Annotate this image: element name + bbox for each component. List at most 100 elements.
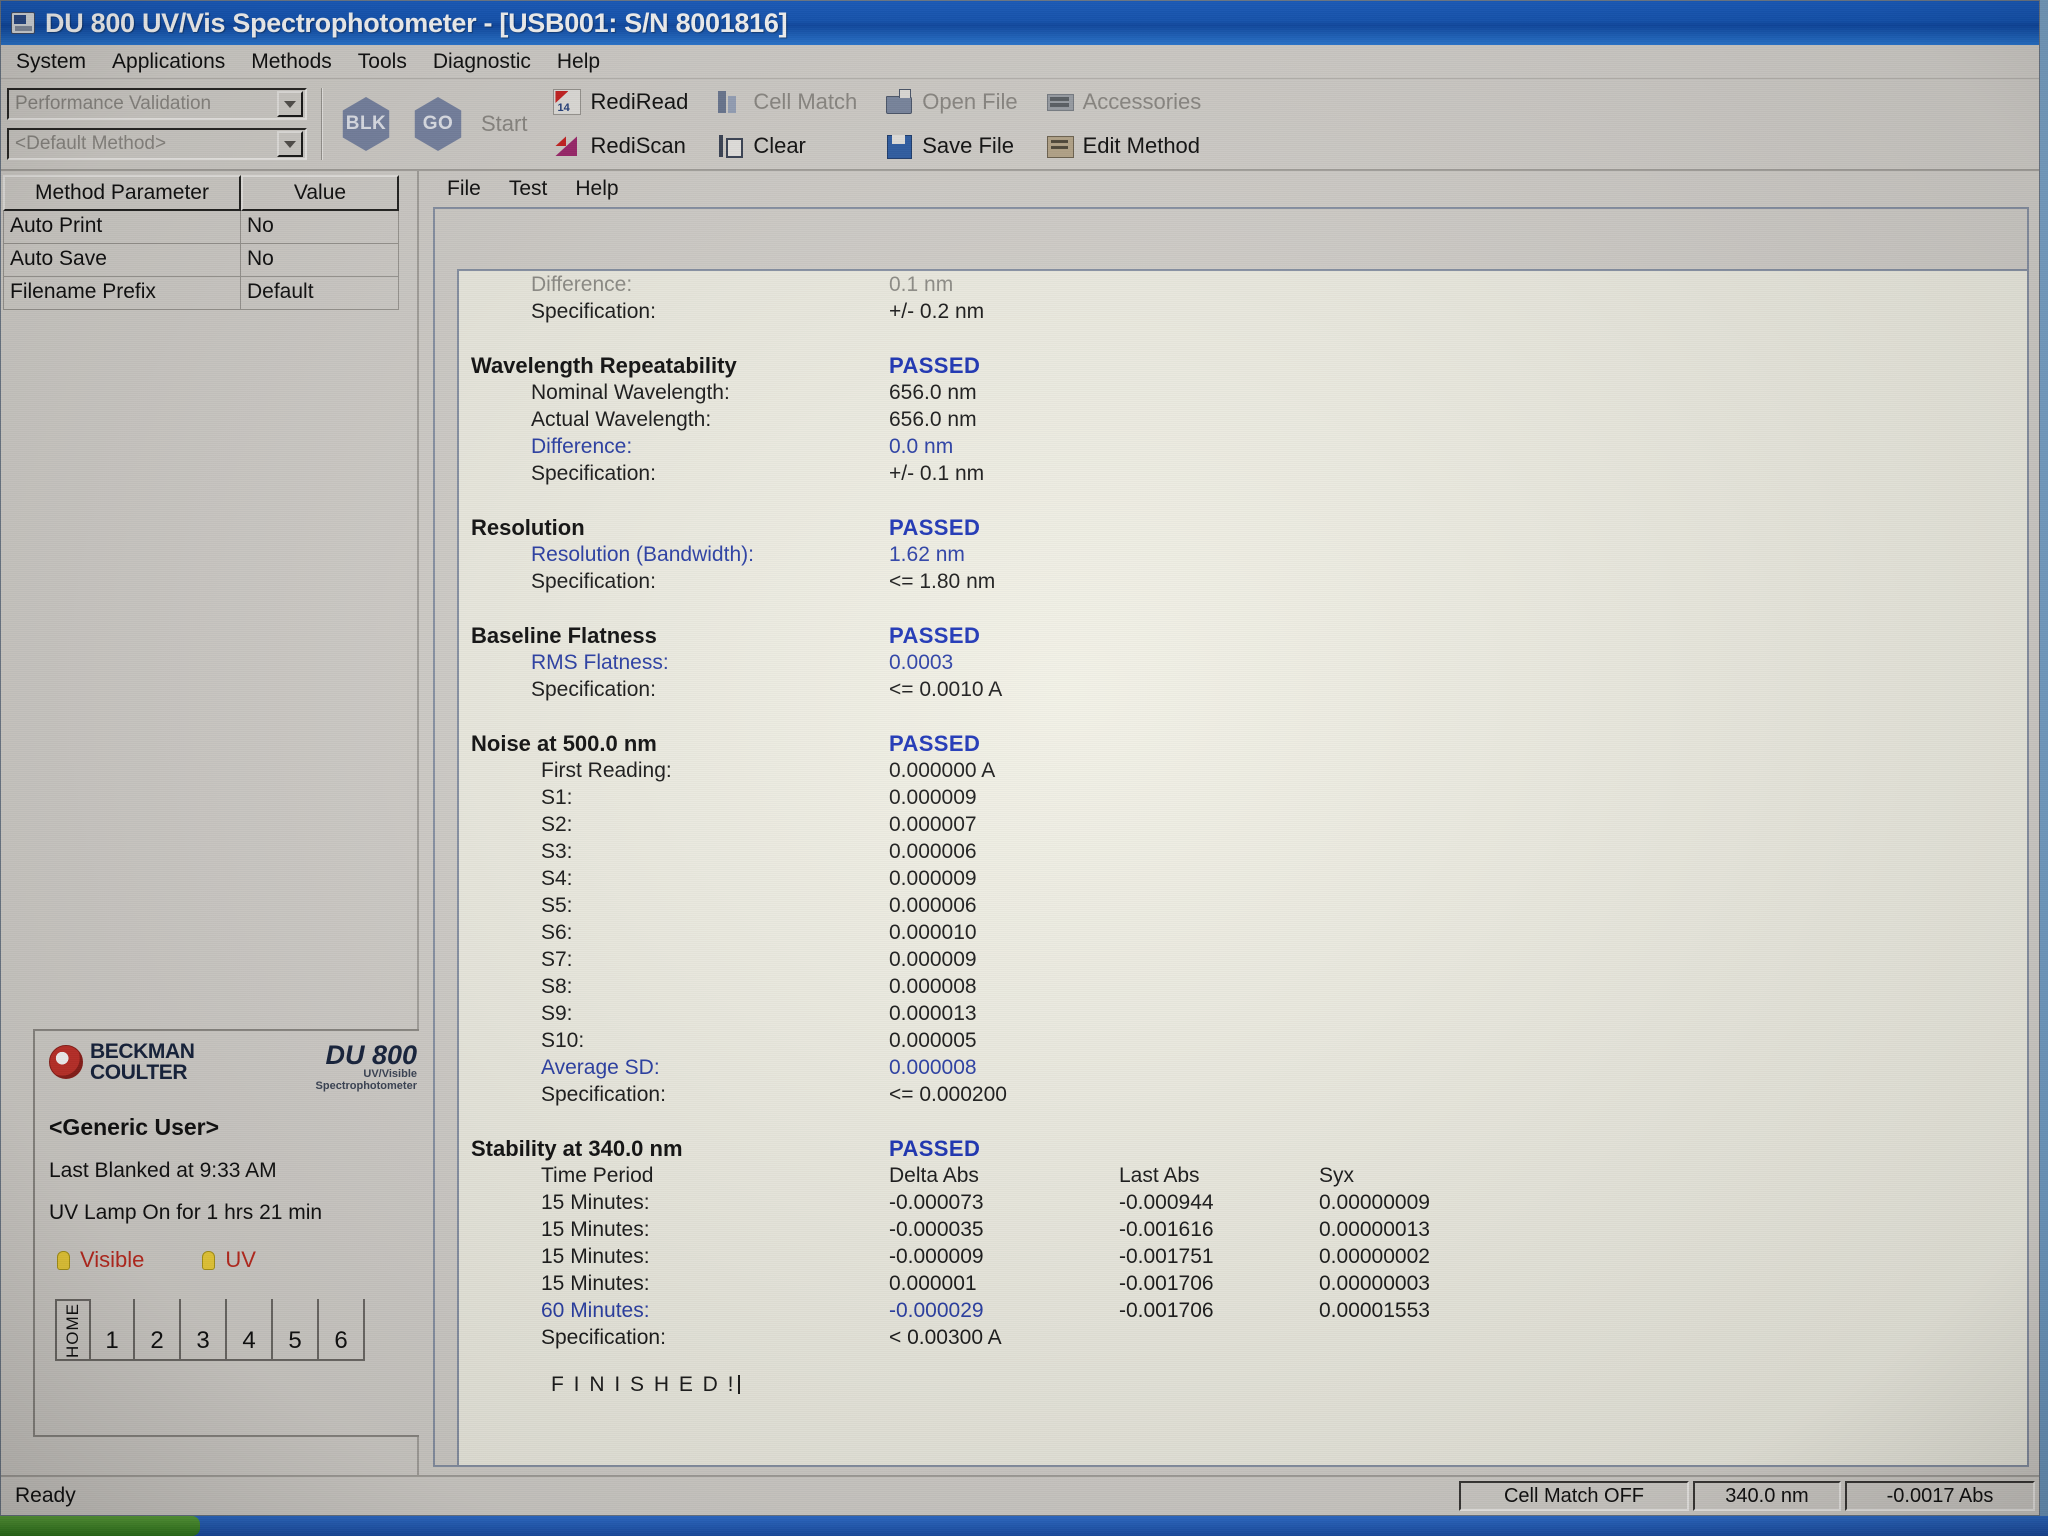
row-value: <= 0.0010 A [889,678,1003,701]
report-menu-help[interactable]: Help [561,175,632,203]
blank-button[interactable]: BLK [337,95,395,153]
cell-parameter: Auto Save [3,244,241,277]
report-row: S9: 0.000013 [459,1000,2027,1027]
menu-item-methods[interactable]: Methods [238,47,345,77]
openfile-icon [885,89,913,115]
cell-position-5[interactable]: 5 [273,1299,319,1362]
cell-last-abs: -0.001706 [1119,1299,1214,1322]
uv-lamp-runtime-text: UV Lamp On for 1 hrs 21 min [49,1201,323,1225]
uv-lamp-label: UV [225,1247,256,1273]
cell-match-button[interactable]: Cell Match [716,89,857,115]
brand-line-2: COULTER [90,1061,188,1085]
row-value: <= 0.000200 [889,1083,1007,1106]
cell-position-3[interactable]: 3 [181,1299,227,1362]
cell-time-period: 15 Minutes: [541,1218,650,1241]
row-label: RMS Flatness: [531,651,669,674]
section-header: Wavelength Repeatability PASSED [459,352,2027,379]
menu-item-applications[interactable]: Applications [99,47,238,77]
visible-lamp-label: Visible [80,1247,145,1273]
cell-position-1[interactable]: 1 [89,1299,135,1362]
clipped-label: Difference: [531,273,633,296]
table-row[interactable]: Auto Print No [3,211,411,244]
column-header-delta-abs: Delta Abs [889,1164,979,1187]
report-menu-bar: File Test Help [419,171,2039,207]
menu-item-tools[interactable]: Tools [345,47,420,77]
menu-item-diagnostic[interactable]: Diagnostic [420,47,544,77]
report-row: Specification: <= 0.000200 [459,1081,2027,1108]
uv-lamp-indicator: UV [202,1247,256,1273]
row-value: 0.000010 [889,921,977,944]
open-file-button[interactable]: Open File [885,89,1018,115]
accessories-icon [1046,89,1074,115]
cell-time-period: 15 Minutes: [541,1272,650,1295]
table-row[interactable]: Auto Save No [3,244,411,277]
application-combo[interactable]: Performance Validation [7,88,307,120]
report-menu-test[interactable]: Test [495,175,562,203]
row-value: +/- 0.1 nm [889,462,985,485]
cell-syx: 0.00001553 [1319,1299,1430,1322]
home-label: HOME [63,1302,82,1358]
report-row: Nominal Wavelength: 656.0 nm [459,379,2027,406]
chevron-down-icon[interactable] [277,91,303,117]
report-row: S10: 0.000005 [459,1027,2027,1054]
edit-method-button[interactable]: Edit Method [1046,133,1202,159]
report-menu-file[interactable]: File [433,175,495,203]
go-button[interactable]: GO [409,95,467,153]
status-badge: PASSED [889,353,981,378]
cell-parameter: Auto Print [3,211,241,244]
column-header-parameter: Method Parameter [3,175,241,211]
cell-position-2[interactable]: 2 [135,1299,181,1362]
menu-item-system[interactable]: System [3,47,99,77]
row-value: 0.0003 [889,651,954,674]
report-row: Average SD: 0.000008 [459,1054,2027,1081]
row-value: 0.000013 [889,1002,977,1025]
cell-last-abs: -0.001706 [1119,1272,1214,1295]
table-row[interactable]: Filename Prefix Default [3,277,411,310]
chevron-down-icon[interactable] [277,131,303,157]
report-row: Difference: 0.0 nm [459,433,2027,460]
row-value: 0.000006 [889,840,977,863]
brand-row: BECKMAN COULTER DU 800 UV/Visible Spectr… [49,1041,417,1092]
start-label[interactable]: Start [481,111,527,137]
row-value: 656.0 nm [889,408,977,431]
edit-method-label: Edit Method [1082,133,1201,158]
save-file-label: Save File [922,133,1014,158]
rediread-button[interactable]: RediRead [553,89,688,115]
cell-syx: 0.00000003 [1319,1272,1430,1295]
row-label: Specification: [531,570,656,593]
cell-position-4[interactable]: 4 [227,1299,273,1362]
toolbar: Performance Validation <Default Method> … [1,79,2039,171]
rediscan-button[interactable]: RediScan [553,133,688,159]
accessories-button[interactable]: Accessories [1046,89,1201,115]
validation-report[interactable]: Difference: 0.1 nm Specification: +/- 0.… [457,269,2027,1465]
row-label: Specification: [531,678,656,701]
report-row: RMS Flatness: 0.0003 [459,649,2027,676]
start-button[interactable] [0,1516,200,1536]
row-label: Specification: [541,1083,666,1106]
row-label: S4: [541,867,573,890]
title-bar: DU 800 UV/Vis Spectrophotometer - [USB00… [1,1,2039,45]
menu-item-help[interactable]: Help [544,47,613,77]
column-header-time-period: Time Period [541,1164,654,1187]
report-row: Specification: +/- 0.1 nm [459,460,2027,487]
top-specification-label: Specification: [531,300,656,323]
cell-last-abs: -0.000944 [1119,1191,1214,1214]
section-header: Stability at 340.0 nm PASSED [459,1135,2027,1162]
column-header-syx: Syx [1319,1164,1355,1187]
beckman-swirl-icon [49,1045,83,1080]
cell-carousel: HOME 1 2 3 4 5 6 [49,1299,417,1362]
method-combo-value: <Default Method> [15,133,167,154]
row-value: <= 1.80 nm [889,570,996,593]
cell-position-6[interactable]: 6 [319,1299,365,1362]
method-combo[interactable]: <Default Method> [7,128,307,160]
lamp-indicators: Visible UV [49,1247,417,1273]
current-user: <Generic User> [49,1114,220,1141]
row-label: S1: [541,786,573,809]
clear-icon [716,133,744,159]
section-title: Wavelength Repeatability [471,353,737,378]
report-row: S2: 0.000007 [459,811,2027,838]
run-controls: BLK GO Start [337,95,527,153]
save-file-button[interactable]: Save File [885,133,1017,159]
clear-button[interactable]: Clear [716,133,857,159]
stability-column-headers: Time Period Delta Abs Last Abs Syx [459,1162,2027,1189]
